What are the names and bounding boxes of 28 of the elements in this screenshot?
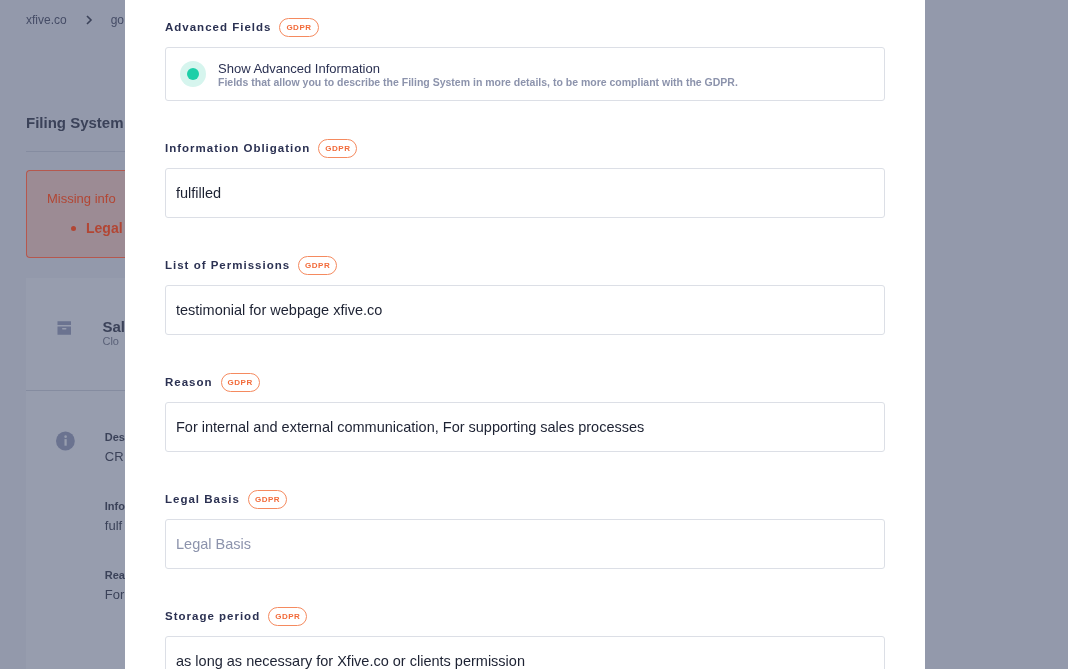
input-field[interactable]: as long as necessary for Xfive.co or clients permission xyxy=(165,636,885,669)
field-label: Advanced Fields xyxy=(165,21,272,33)
alert-item: Legal xyxy=(86,220,123,236)
chevron-icon xyxy=(84,15,93,25)
field-label: Information Obligation xyxy=(165,142,311,154)
field-label: Storage period xyxy=(165,610,261,622)
field-label: Legal Basis xyxy=(165,493,240,505)
archive-box-icon xyxy=(56,318,73,338)
alert-message: Missing info xyxy=(47,191,117,206)
option-title: Show Advanced Information xyxy=(218,60,381,76)
detail-label: Rea xyxy=(104,569,125,581)
detail-label: Des xyxy=(104,431,125,443)
bullet-icon xyxy=(71,225,76,231)
radio-button[interactable] xyxy=(180,61,206,87)
option-description: Fields that allow you to describe the Filing System in more details, to be more compliant with the GDPR. xyxy=(218,75,738,88)
detail-value: For xyxy=(104,587,125,602)
field-label: List of Permissions xyxy=(165,259,291,271)
field-label: Reason xyxy=(165,376,213,388)
card-subtitle: Clo xyxy=(102,335,120,347)
input-field[interactable]: For internal and external communication, For supporting sales processes xyxy=(165,402,885,452)
detail-value: CR xyxy=(104,449,125,464)
detail-value: fulf xyxy=(104,518,124,533)
input-field[interactable]: fulfilled xyxy=(165,168,885,218)
card-title: Sal xyxy=(102,318,125,335)
input-field[interactable]: Legal Basis xyxy=(165,519,885,569)
detail-label: Info xyxy=(104,500,125,512)
info-icon xyxy=(56,431,75,451)
input-field[interactable]: testimonial for webpage xfive.co xyxy=(165,285,885,335)
